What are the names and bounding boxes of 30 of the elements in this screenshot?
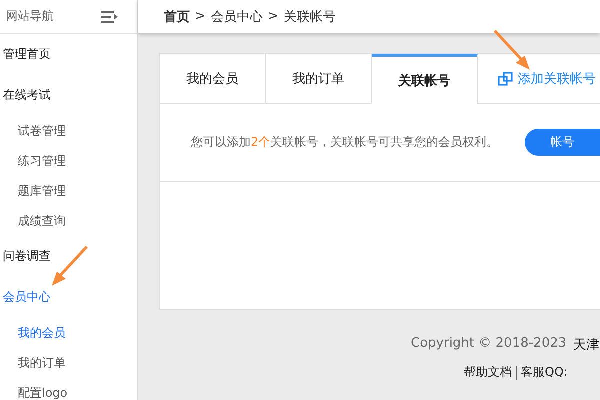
tab[interactable]: 关联帐号: [372, 54, 478, 104]
sidebar-subitem[interactable]: 题库管理: [0, 176, 137, 206]
sidebar-subitem[interactable]: 配置logo: [0, 378, 137, 400]
breadcrumb-link[interactable]: 首页: [164, 8, 190, 26]
sidebar-title: 网站导航: [6, 8, 54, 25]
sidebar-subitem[interactable]: 我的会员: [0, 318, 137, 348]
arrow-icon: [50, 246, 90, 288]
sidebar-item[interactable]: 在线考试: [0, 75, 137, 116]
arrow-icon: [492, 30, 532, 72]
sidebar-item[interactable]: 会员中心: [0, 277, 137, 318]
sidebar-item[interactable]: 问卷调查: [0, 236, 137, 277]
footer-link[interactable]: 帮助文档: [464, 364, 512, 381]
copyright-text: Copyright © 2018-2023: [411, 336, 567, 353]
sidebar-subitem[interactable]: 练习管理: [0, 146, 137, 176]
sidebar-item[interactable]: 管理首页: [0, 34, 137, 75]
breadcrumb-link[interactable]: 关联帐号: [284, 8, 336, 26]
tab[interactable]: 我的订单: [266, 54, 372, 104]
notice-text: 您可以添加2个关联帐号，关联帐号可共享您的会员权利。: [191, 134, 499, 151]
menu-icon[interactable]: [101, 10, 119, 24]
link-icon: [498, 70, 514, 86]
breadcrumb-link[interactable]: 会员中心: [210, 8, 263, 26]
breadcrumb-separator: >: [268, 9, 279, 24]
company-name: 天津: [574, 337, 600, 354]
tab[interactable]: 我的会员: [160, 54, 266, 104]
sidebar-subitem[interactable]: 试卷管理: [0, 116, 137, 146]
breadcrumb-separator: >: [195, 9, 206, 24]
sidebar-subitem[interactable]: 我的订单: [0, 348, 137, 378]
account-button[interactable]: 帐号: [524, 129, 600, 156]
sidebar-subitem[interactable]: 成绩查询: [0, 206, 137, 236]
footer-link[interactable]: 客服QQ:: [521, 364, 568, 381]
